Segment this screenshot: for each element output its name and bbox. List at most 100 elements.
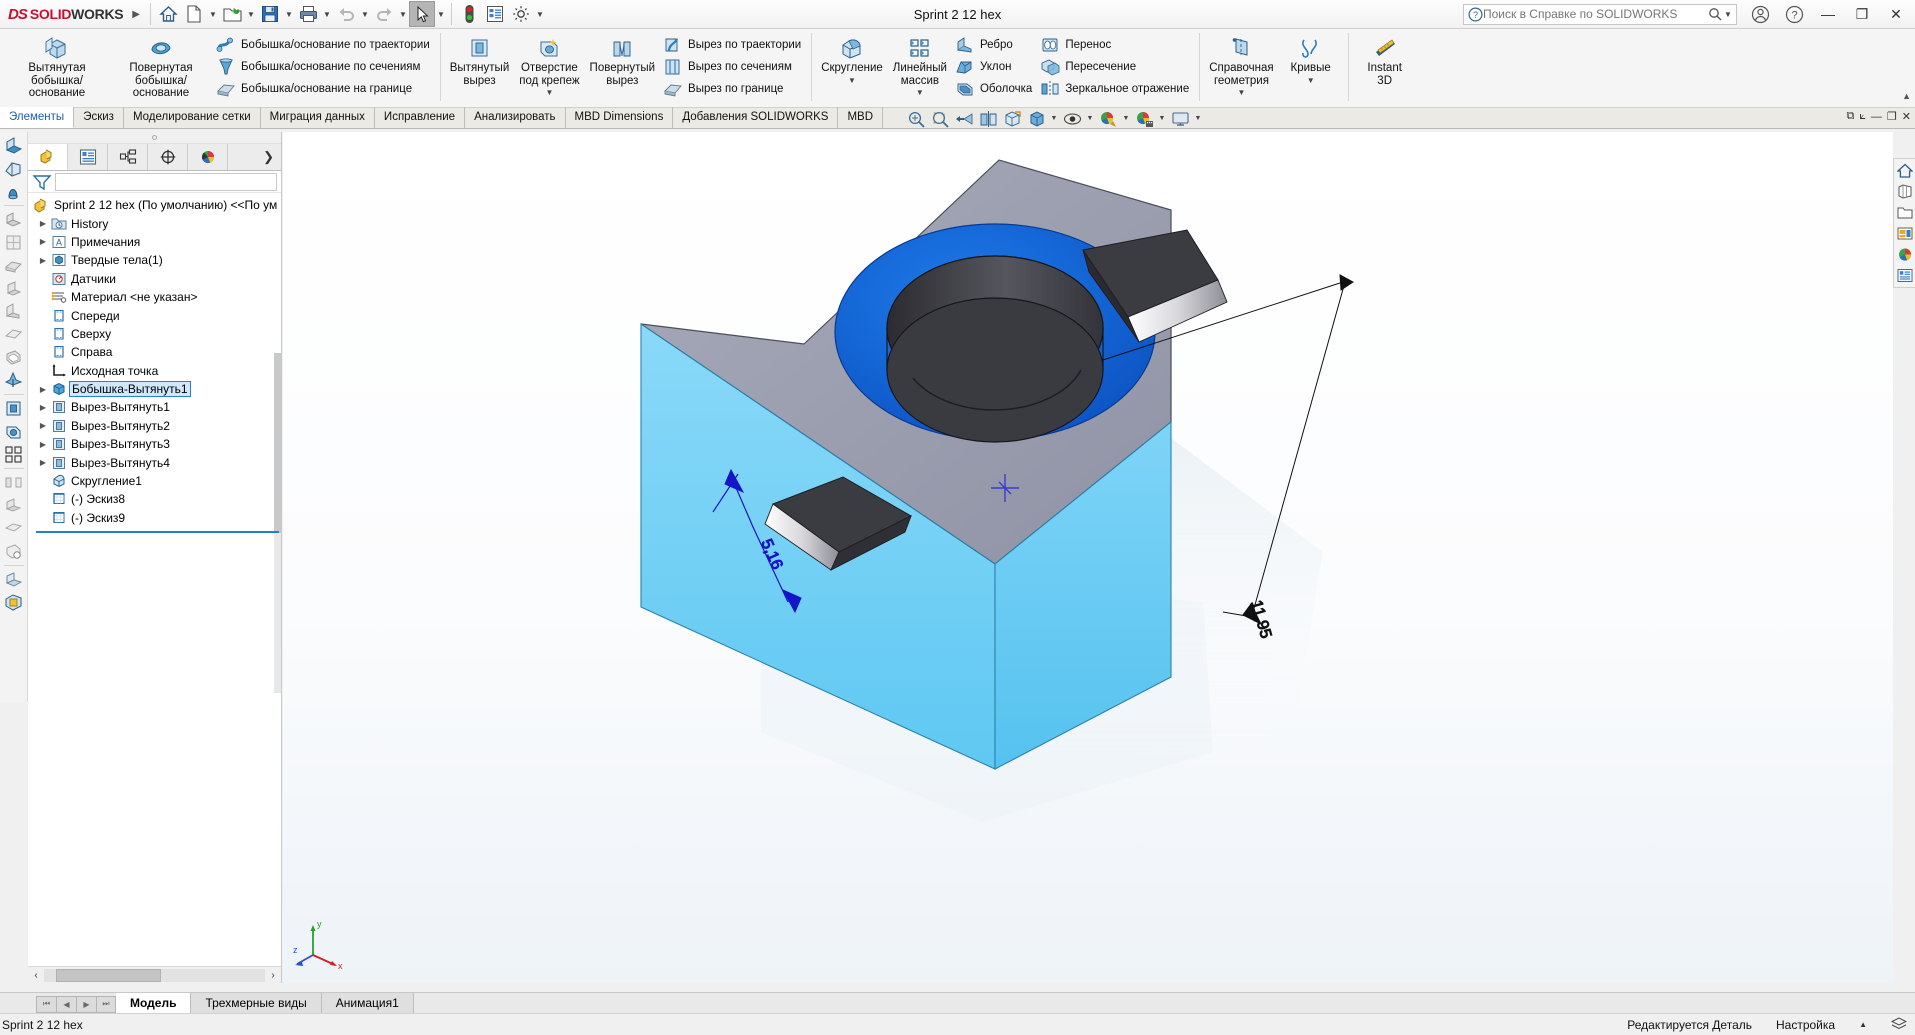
reference-geometry-button[interactable]: Справочнаягеометрия ▼ <box>1204 32 1278 99</box>
sketch-tool-icon[interactable] <box>2 134 26 157</box>
tree-item-4[interactable]: Датчики <box>28 270 281 288</box>
open-folder-icon[interactable] <box>219 1 245 27</box>
tree-item-3[interactable]: ▶Твердые тела(1) <box>28 251 281 269</box>
lofted-boss-button[interactable]: Бобышка/основание по сечениям <box>213 56 435 78</box>
revolve-tool-icon[interactable] <box>2 180 26 203</box>
curves-button[interactable]: Кривые ▼ <box>1279 32 1343 87</box>
options-caret-icon[interactable]: ▼ <box>534 1 546 27</box>
expand-arrow-icon[interactable]: ▶ <box>36 385 50 394</box>
property-manager-tab[interactable] <box>68 144 108 170</box>
extruded-cut-button[interactable]: Вытянутыйвырез <box>445 32 515 89</box>
rib-tool-icon[interactable] <box>2 300 26 323</box>
revolved-cut-button[interactable]: Повернутыйвырез <box>585 32 661 89</box>
select-arrow-icon[interactable] <box>409 1 435 27</box>
hscroll-thumb[interactable] <box>56 969 161 982</box>
help-icon[interactable]: ? <box>1777 0 1811 29</box>
sweep-tool-icon[interactable] <box>2 277 26 300</box>
appearances-icon[interactable] <box>1895 244 1915 265</box>
reference-geometry-dropdown-icon[interactable]: ▼ <box>1237 88 1245 97</box>
expand-arrow-icon[interactable]: ▶ <box>36 237 50 246</box>
tree-item-0[interactable]: Sprint 2 12 hex (По умолчанию) <<По ум <box>28 196 281 214</box>
maximize-button[interactable]: ❐ <box>1845 0 1879 29</box>
revolved-boss-button[interactable]: Повернутаябобышка/основание <box>109 32 213 102</box>
linear-pattern-button[interactable]: Линейныймассив ▼ <box>888 32 952 99</box>
hide-show-caret-icon[interactable]: ▼ <box>1085 109 1095 129</box>
close-button[interactable]: ✕ <box>1879 0 1913 29</box>
undo-icon[interactable] <box>333 1 359 27</box>
print-icon[interactable] <box>295 1 321 27</box>
expand-arrow-icon[interactable]: ▶ <box>36 403 50 412</box>
tree-item-7[interactable]: Сверху <box>28 325 281 343</box>
status-settings-label[interactable]: Настройка <box>1776 1018 1835 1032</box>
3d-sketch-icon[interactable] <box>2 157 26 180</box>
new-document-icon[interactable] <box>181 1 207 27</box>
fillet-button[interactable]: Скругление ▼ <box>816 32 888 87</box>
tree-item-17[interactable]: (-) Эскиз9 <box>28 509 281 527</box>
edit-appearance-caret-icon[interactable]: ▼ <box>1121 109 1131 129</box>
status-caret-icon[interactable]: ▲ <box>1859 1020 1867 1029</box>
zoom-to-fit-icon[interactable] <box>905 109 927 129</box>
help-search-box[interactable]: ? ▼ <box>1463 4 1737 25</box>
boundary-cut-button[interactable]: Вырез по границе <box>660 78 806 100</box>
hscroll-track[interactable] <box>44 969 265 982</box>
extrude-boss-tool-icon[interactable] <box>2 208 26 231</box>
hole-wizard-dropdown-icon[interactable]: ▼ <box>545 88 553 97</box>
command-tab-4[interactable]: Исправление <box>375 107 465 128</box>
boundary-tool-icon[interactable] <box>2 323 26 346</box>
document-tab-1[interactable]: Трехмерные виды <box>191 993 321 1014</box>
extruded-boss-button[interactable]: Вытянутаябобышка/основание <box>5 32 109 102</box>
redo-caret-icon[interactable]: ▼ <box>397 1 409 27</box>
command-tab-8[interactable]: MBD <box>838 107 883 128</box>
panel-grip[interactable] <box>28 132 281 144</box>
tree-item-11[interactable]: ▶Вырез-Вытянуть1 <box>28 398 281 416</box>
apply-scene-caret-icon[interactable]: ▼ <box>1157 109 1167 129</box>
tree-scrollbar-thumb[interactable] <box>274 353 281 533</box>
shell-tool-icon[interactable] <box>2 346 26 369</box>
save-icon[interactable] <box>257 1 283 27</box>
maximize-inner-icon[interactable]: ❐ <box>1887 110 1897 123</box>
hole-wizard-button[interactable]: Отверстиепод крепеж ▼ <box>514 32 584 99</box>
close-inner-icon[interactable]: ✕ <box>1902 110 1911 123</box>
graphics-area[interactable]: 5,16 11,95 y x z <box>283 132 1893 983</box>
tree-item-9[interactable]: Исходная точка <box>28 362 281 380</box>
print-caret-icon[interactable]: ▼ <box>321 1 333 27</box>
options-list-icon[interactable] <box>482 1 508 27</box>
command-tab-3[interactable]: Миграция данных <box>261 107 375 128</box>
linear-pattern-tool-icon[interactable] <box>2 443 26 466</box>
search-caret-icon[interactable]: ▼ <box>1722 1 1734 27</box>
extruded-cut-tool-icon[interactable] <box>2 397 26 420</box>
shell-button[interactable]: Оболочка <box>952 78 1037 100</box>
tree-item-14[interactable]: ▶Вырез-Вытянуть4 <box>28 453 281 471</box>
loft-tool-icon[interactable] <box>2 254 26 277</box>
tree-item-8[interactable]: Справа <box>28 343 281 361</box>
task-pane-icon[interactable] <box>1895 223 1915 244</box>
tree-horizontal-scrollbar[interactable]: ‹ › <box>28 966 281 983</box>
hide-show-items-icon[interactable] <box>1061 109 1083 129</box>
restore-down-icon[interactable]: ⟀ <box>1859 110 1866 123</box>
rebuild-icon[interactable] <box>456 1 482 27</box>
tree-item-16[interactable]: (-) Эскиз8 <box>28 490 281 508</box>
tree-item-10[interactable]: ▶Бобышка-Вытянуть1 <box>28 380 281 398</box>
expand-arrow-icon[interactable]: ▶ <box>36 440 50 449</box>
flatten-tool-icon[interactable] <box>2 517 26 540</box>
tree-item-6[interactable]: Спереди <box>28 306 281 324</box>
new-document-caret-icon[interactable]: ▼ <box>207 1 219 27</box>
edit-appearance-icon[interactable] <box>1097 109 1119 129</box>
lofted-cut-button[interactable]: Вырез по сечениям <box>660 56 806 78</box>
viewport-caret-icon[interactable]: ▼ <box>1193 109 1203 129</box>
scroll-right-arrow-icon[interactable]: › <box>265 970 281 981</box>
tree-item-12[interactable]: ▶Вырез-Вытянуть2 <box>28 417 281 435</box>
tab-nav-button-3[interactable]: ⏭ <box>96 996 116 1013</box>
instant3d-button[interactable]: Instant3D <box>1353 32 1417 89</box>
display-style-caret-icon[interactable]: ▼ <box>1049 109 1059 129</box>
search-input[interactable] <box>1483 7 1708 21</box>
home-view-icon[interactable] <box>1895 160 1915 181</box>
open-folder-icon[interactable] <box>1895 202 1915 223</box>
command-tab-6[interactable]: MBD Dimensions <box>566 107 674 128</box>
command-tab-2[interactable]: Моделирование сетки <box>124 107 261 128</box>
mirror-button[interactable]: Зеркальное отражение <box>1037 78 1194 100</box>
tab-nav-button-2[interactable]: ▶ <box>76 996 96 1013</box>
document-tab-2[interactable]: Анимация1 <box>322 993 414 1014</box>
user-account-icon[interactable] <box>1743 0 1777 29</box>
section-view-icon[interactable] <box>977 109 999 129</box>
